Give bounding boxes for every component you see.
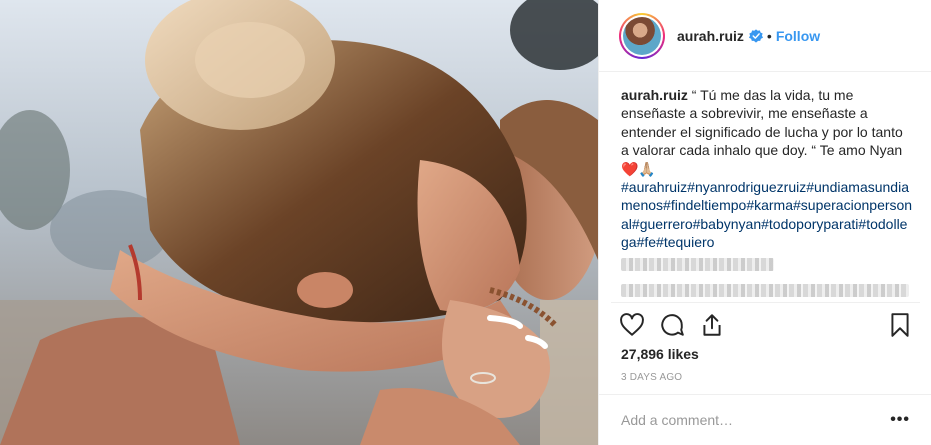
blurred-comment <box>621 258 774 271</box>
post-header: aurah.ruiz • Follow <box>599 0 931 72</box>
heart-icon[interactable] <box>619 312 645 338</box>
caption-hashtags: #aurahruiz#nyanrodriguezruiz#undiamasund… <box>621 178 913 252</box>
hashtag-link[interactable]: #babynyan <box>693 216 762 232</box>
more-options-button[interactable]: ••• <box>890 411 910 429</box>
photo-illustration <box>0 0 598 445</box>
author-username[interactable]: aurah.ruiz <box>677 28 744 44</box>
hashtag-link[interactable]: #guerrero <box>632 216 693 232</box>
hashtag-link[interactable]: #superacion <box>793 197 869 213</box>
avatar-border <box>621 14 663 57</box>
hashtag-link[interactable]: #findeltiempo <box>663 197 746 213</box>
follow-button[interactable]: Follow <box>776 28 820 44</box>
hashtag-link[interactable]: #todoporypara <box>761 216 851 232</box>
hashtag-link[interactable]: #fe <box>637 234 656 250</box>
post-sidebar: aurah.ruiz • Follow aurah.ruiz “ Tú me d… <box>598 0 931 445</box>
header-separator: • <box>766 27 772 44</box>
hashtag-link[interactable]: #tequiero <box>656 234 714 250</box>
post-caption: aurah.ruiz “ Tú me das la vida, tu me en… <box>621 86 913 252</box>
caption-username[interactable]: aurah.ruiz <box>621 87 688 103</box>
avatar-image <box>623 16 661 55</box>
comment-bar: ••• <box>599 394 931 445</box>
author-avatar[interactable] <box>619 12 665 59</box>
divider <box>611 302 920 303</box>
post-date[interactable]: 3 DAYS AGO <box>621 372 682 383</box>
hashtag-link[interactable]: #aurahruiz <box>621 179 687 195</box>
post-photo[interactable] <box>0 0 598 445</box>
comment-input[interactable] <box>621 412 891 428</box>
likes-count[interactable]: 27,896 likes <box>621 346 699 362</box>
verified-badge-icon <box>748 28 763 43</box>
hashtag-link[interactable]: #nyanrodriguezruiz <box>687 179 806 195</box>
share-icon[interactable] <box>699 312 725 338</box>
blurred-comment <box>621 284 909 297</box>
post-actions <box>619 312 913 340</box>
bookmark-icon[interactable] <box>887 312 913 338</box>
comment-icon[interactable] <box>659 312 685 338</box>
hashtag-link[interactable]: #undiamasun <box>806 179 890 195</box>
hashtag-link[interactable]: #karma <box>746 197 793 213</box>
